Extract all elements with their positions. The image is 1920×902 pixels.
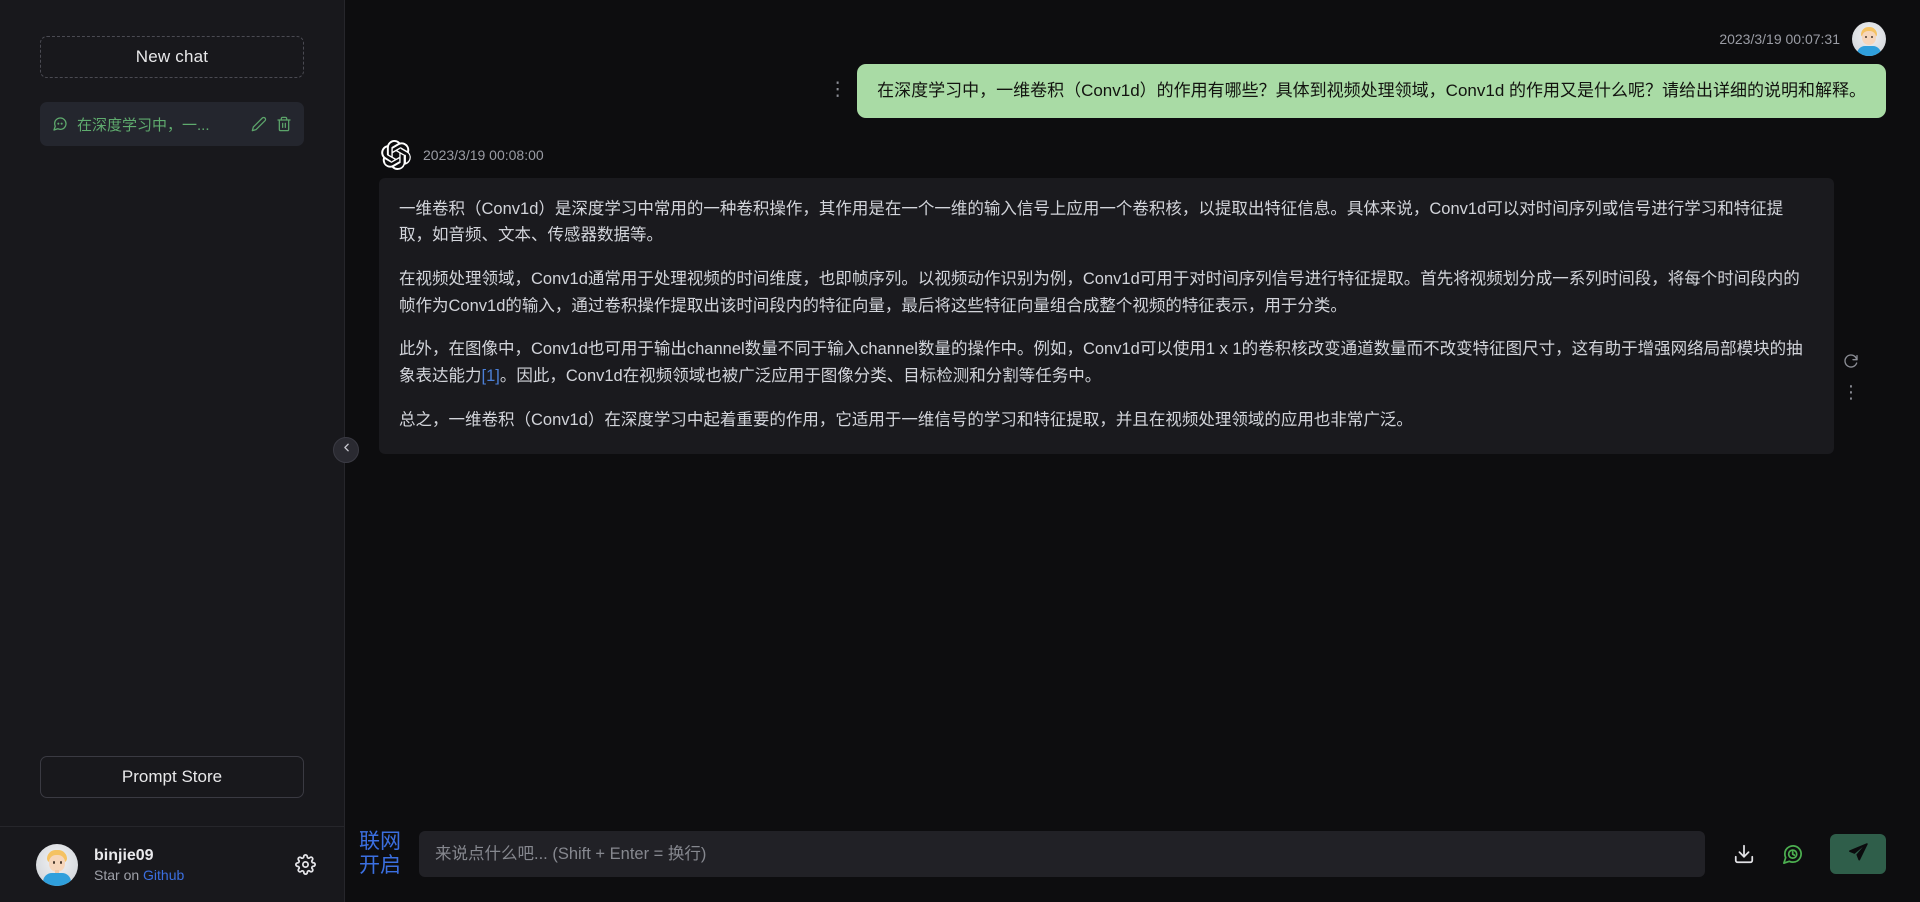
assistant-bubble-wrap: 一维卷积（Conv1d）是深度学习中常用的一种卷积操作，其作用是在一个一维的输入… xyxy=(379,177,1886,454)
new-chat-button[interactable]: New chat xyxy=(40,36,304,78)
assistant-paragraph-4: 总之，一维卷积（Conv1d）在深度学习中起着重要的作用，它适用于一维信号的学习… xyxy=(399,410,1413,429)
user-bubble-wrap: ⋮ 在深度学习中，一维卷积（Conv1d）的作用有哪些？具体到视频处理领域，Co… xyxy=(379,64,1886,118)
avatar xyxy=(1852,22,1886,56)
github-link[interactable]: Github xyxy=(143,867,184,883)
chat-list-item-title: 在深度学习中，一... xyxy=(77,116,210,134)
assistant-paragraph-2: 在视频处理领域，Conv1d通常用于处理视频的时间维度，也即帧序列。以视频动作识… xyxy=(399,269,1800,315)
send-button[interactable] xyxy=(1830,834,1886,874)
assistant-side-actions: ⋮ xyxy=(1842,178,1860,401)
trash-icon[interactable] xyxy=(276,116,292,132)
message-input[interactable] xyxy=(419,831,1705,877)
chevron-left-icon xyxy=(340,441,353,459)
chat-bubble-icon xyxy=(52,116,68,132)
user-message-text: 在深度学习中，一维卷积（Conv1d）的作用有哪些？具体到视频处理领域，Conv… xyxy=(857,64,1886,118)
gear-icon[interactable] xyxy=(295,854,316,875)
refresh-icon[interactable] xyxy=(1843,353,1859,369)
vertical-dots-icon[interactable]: ⋮ xyxy=(828,64,847,99)
prompt-store-button[interactable]: Prompt Store xyxy=(40,756,304,798)
reference-link[interactable]: [1] xyxy=(482,367,500,385)
user-message-timestamp: 2023/3/19 00:07:31 xyxy=(1719,31,1840,47)
network-toggle-button[interactable]: 联网 开启 xyxy=(357,830,403,879)
composer-actions xyxy=(1721,834,1886,874)
sidebar: New chat 在深度学习中，一... Prompt Store binjie… xyxy=(0,0,345,902)
user-message-meta: 2023/3/19 00:07:31 xyxy=(1719,22,1886,56)
user-subtitle: Star on Github xyxy=(94,867,279,883)
assistant-paragraph-3: 此外，在图像中，Conv1d也可用于输出channel数量不同于输入channe… xyxy=(399,336,1814,389)
vertical-dots-icon[interactable]: ⋮ xyxy=(1842,383,1860,401)
user-meta: binjie09 Star on Github xyxy=(94,847,279,883)
network-toggle-line1: 联网 xyxy=(359,829,401,853)
assistant-message-text: 一维卷积（Conv1d）是深度学习中常用的一种卷积操作，其作用是在一个一维的输入… xyxy=(379,177,1834,454)
assistant-paragraph-1: 一维卷积（Conv1d）是深度学习中常用的一种卷积操作，其作用是在一个一维的输入… xyxy=(399,199,1784,245)
message-assistant: 2023/3/19 00:08:00 一维卷积（Conv1d）是深度学习中常用的… xyxy=(379,139,1886,454)
avatar xyxy=(36,843,78,886)
assistant-message-timestamp: 2023/3/19 00:08:00 xyxy=(423,146,544,163)
sidebar-bottom: Prompt Store xyxy=(0,756,344,826)
assistant-message-meta: 2023/3/19 00:08:00 xyxy=(379,139,544,170)
sidebar-top: New chat xyxy=(0,0,344,78)
pencil-icon[interactable] xyxy=(251,116,267,132)
chat-history-icon[interactable] xyxy=(1781,843,1804,866)
chat-list: 在深度学习中，一... xyxy=(0,78,344,756)
message-list: 2023/3/19 00:07:31 ⋮ 在深度学习中，一维卷积（Conv1d）… xyxy=(345,0,1920,806)
sidebar-collapse-button[interactable] xyxy=(333,437,359,463)
openai-logo-icon xyxy=(381,139,411,170)
send-paper-plane-icon xyxy=(1847,841,1869,868)
main-panel: 2023/3/19 00:07:31 ⋮ 在深度学习中，一维卷积（Conv1d）… xyxy=(345,0,1920,902)
star-on-text: Star on xyxy=(94,866,144,883)
download-icon[interactable] xyxy=(1733,843,1755,865)
user-name: binjie09 xyxy=(94,846,154,864)
network-toggle-line2: 开启 xyxy=(359,854,401,877)
app-root: New chat 在深度学习中，一... Prompt Store binjie… xyxy=(0,0,1920,902)
chat-list-item[interactable]: 在深度学习中，一... xyxy=(40,102,304,146)
message-user: 2023/3/19 00:07:31 ⋮ 在深度学习中，一维卷积（Conv1d）… xyxy=(379,22,1886,118)
user-bar[interactable]: binjie09 Star on Github xyxy=(0,826,344,902)
composer: 联网 开启 xyxy=(345,806,1920,902)
paragraph-3-after: 。因此，Conv1d在视频领域也被广泛应用于图像分类、目标检测和分割等任务中。 xyxy=(499,367,1102,386)
